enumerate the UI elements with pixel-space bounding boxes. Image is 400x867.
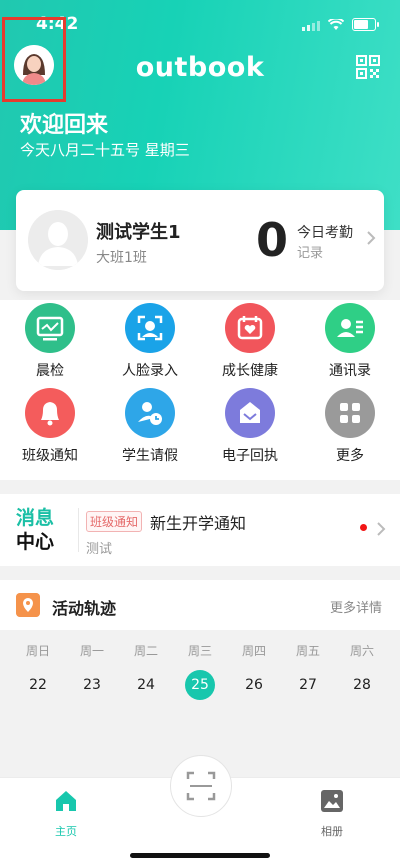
record-label: 记录 [297, 246, 324, 261]
attendance-count: 0 [256, 213, 289, 267]
battery-icon [352, 18, 379, 31]
student-avatar [28, 210, 88, 270]
week-calendar: 周日 22 周一 23 周二 24 周三 25 周四 26 周五 27 周六 28 [0, 630, 400, 712]
feature-label: 晨检 [36, 363, 64, 379]
day-fri[interactable]: 周五 27 [281, 630, 335, 700]
home-icon [56, 791, 76, 811]
message-center-logo: 消息 中心 [16, 506, 54, 554]
chevron-right-icon [367, 231, 376, 245]
feature-face-entry[interactable]: 人脸录入 [100, 303, 200, 380]
tab-home-label: 主页 [55, 825, 77, 838]
weekday-label: 周日 [25, 644, 50, 658]
student-class: 大班1班 [96, 250, 147, 266]
day-number: 24 [137, 677, 155, 693]
signal-icon [302, 19, 320, 31]
home-indicator [130, 853, 270, 858]
bell-icon [25, 388, 75, 438]
feature-contacts[interactable]: 通讯录 [300, 303, 400, 380]
feature-label: 班级通知 [22, 448, 78, 464]
weekday-label: 周二 [133, 644, 158, 658]
day-thu[interactable]: 周四 26 [227, 630, 281, 700]
app-logo: outbook [135, 52, 265, 83]
message-title: 新生开学通知 [150, 514, 247, 533]
feature-label: 电子回执 [222, 448, 278, 464]
welcome-title: 欢迎回来 [20, 113, 109, 138]
date-text: 今天八月二十五号 星期三 [20, 141, 190, 159]
message-logo-line1: 消息 [16, 507, 55, 529]
student-name: 测试学生1 [96, 222, 181, 243]
face-scan-icon [125, 303, 175, 353]
message-center[interactable]: 消息 中心 班级通知 新生开学通知 测试 [0, 494, 400, 566]
weekday-label: 周四 [241, 644, 266, 658]
activity-header: 活动轨迹 更多详情 [0, 580, 400, 630]
feature-student-leave[interactable]: 学生请假 [100, 388, 200, 465]
scan-button[interactable] [170, 755, 232, 817]
feature-label: 通讯录 [329, 363, 371, 379]
tab-home[interactable]: 主页 [36, 788, 96, 839]
day-number: 26 [245, 677, 263, 693]
scan-icon [186, 771, 216, 801]
contacts-icon [325, 303, 375, 353]
attendance-label: 今日考勤 [297, 225, 353, 241]
location-pin-icon [16, 593, 40, 617]
qr-code-icon[interactable] [356, 55, 380, 79]
tab-album[interactable]: 相册 [302, 788, 362, 839]
day-number: 28 [353, 677, 371, 693]
weekday-label: 周六 [349, 644, 374, 658]
album-icon [321, 790, 343, 812]
day-number: 27 [299, 677, 317, 693]
receipt-icon [225, 388, 275, 438]
divider [78, 508, 79, 552]
unread-dot [360, 524, 367, 531]
student-card[interactable]: 测试学生1 大班1班 0 今日考勤 记录 [16, 190, 384, 291]
tab-album-label: 相册 [321, 825, 343, 838]
day-mon[interactable]: 周一 23 [65, 630, 119, 700]
day-number: 23 [83, 677, 101, 693]
message-logo-line2: 中心 [16, 531, 55, 553]
feature-morning-check[interactable]: 晨检 [0, 303, 100, 380]
message-subtitle: 测试 [86, 542, 113, 557]
monitor-icon [25, 303, 75, 353]
chevron-right-icon [377, 522, 386, 536]
day-tue[interactable]: 周二 24 [119, 630, 173, 700]
feature-e-receipt[interactable]: 电子回执 [200, 388, 300, 465]
day-sun[interactable]: 周日 22 [11, 630, 65, 700]
leave-clock-icon [125, 388, 175, 438]
feature-grid: 晨检 人脸录入 成长健康 通讯录 班级通知 学生请假 电子回执 更多 [0, 300, 400, 480]
feature-class-notice[interactable]: 班级通知 [0, 388, 100, 465]
default-person-icon [28, 210, 88, 270]
day-number-today: 25 [185, 670, 215, 700]
more-details-link[interactable]: 更多详情 [330, 597, 382, 616]
feature-label: 成长健康 [222, 363, 278, 379]
status-icons [302, 18, 379, 31]
weekday-label: 周五 [295, 644, 320, 658]
weekday-label: 周一 [79, 644, 104, 658]
grid-icon [325, 388, 375, 438]
weekday-label: 周三 [187, 644, 212, 658]
day-sat[interactable]: 周六 28 [335, 630, 389, 700]
calendar-heart-icon [225, 303, 275, 353]
message-tag: 班级通知 [86, 511, 143, 532]
feature-growth-health[interactable]: 成长健康 [200, 303, 300, 380]
feature-label: 人脸录入 [122, 363, 178, 379]
activity-title: 活动轨迹 [52, 599, 117, 618]
feature-label: 学生请假 [122, 448, 178, 464]
feature-more[interactable]: 更多 [300, 388, 400, 465]
day-wed[interactable]: 周三 25 [173, 630, 227, 700]
activity-track-section: 活动轨迹 更多详情 周日 22 周一 23 周二 24 周三 25 周四 26 周五 27 … [0, 580, 400, 712]
feature-label: 更多 [336, 448, 364, 464]
day-number: 22 [29, 677, 47, 693]
wifi-icon [328, 18, 344, 30]
